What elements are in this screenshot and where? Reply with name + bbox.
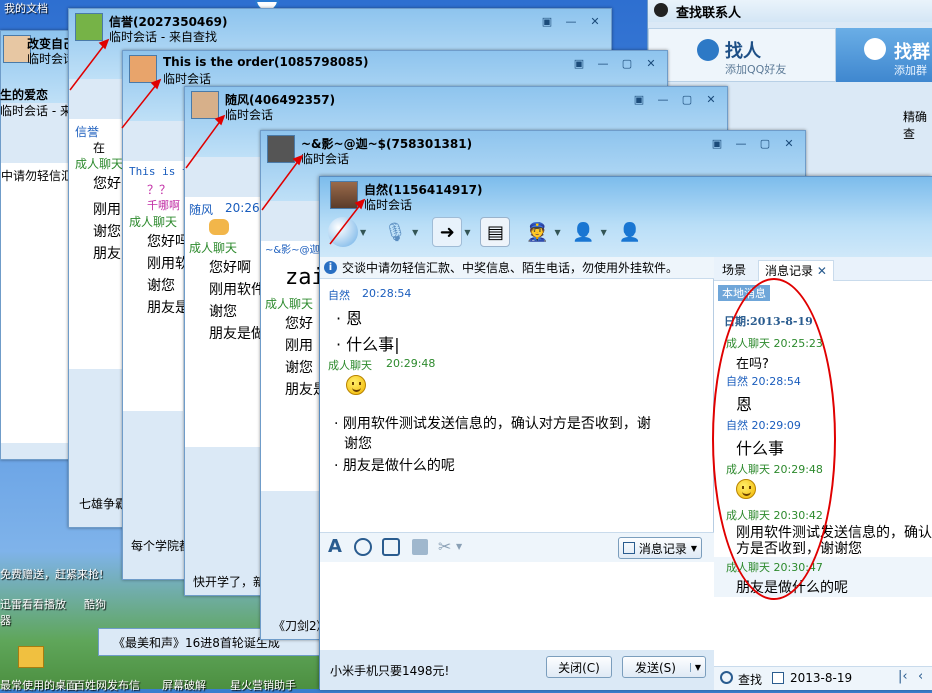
annotation-arrowhead	[292, 154, 304, 166]
annotation-arrowhead	[98, 38, 110, 50]
annotation-arrow	[121, 79, 161, 129]
annotation-arrowhead	[354, 198, 366, 210]
annotation-arrowhead	[214, 114, 226, 126]
annotation-arrow	[69, 39, 109, 91]
annotation-arrow	[261, 155, 303, 211]
annotation-arrows	[69, 38, 366, 245]
annotation-arrow	[185, 115, 225, 169]
annotation-arrowhead	[150, 78, 162, 90]
